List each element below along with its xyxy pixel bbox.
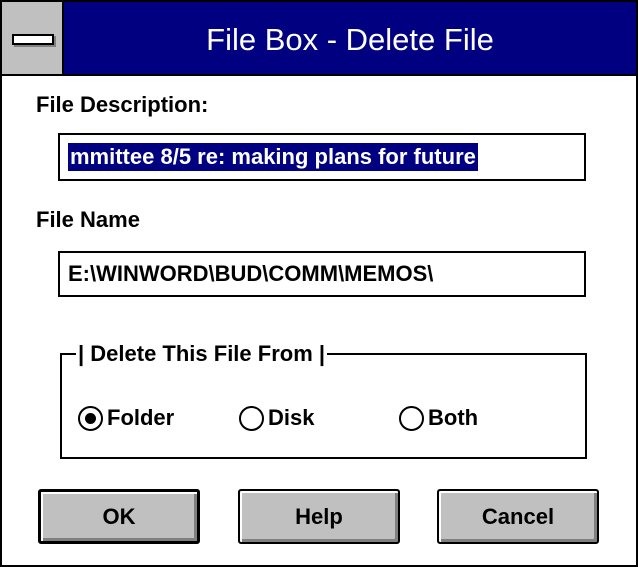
file-description-value: mmittee 8/5 re: making plans for future [68,143,478,171]
system-menu-button[interactable] [2,2,64,74]
title-bar[interactable]: File Box - Delete File [2,2,636,76]
radio-both[interactable]: Both [399,402,478,434]
radio-folder-label: Folder [107,405,175,430]
file-name-value: E:\WINWORD\BUD\COMM\MEMOS\ [68,261,434,286]
file-description-label: File Description: [36,92,209,117]
ok-button[interactable]: OK [38,489,200,544]
radio-both-circle [399,405,424,431]
radio-disk[interactable]: Disk [239,402,314,434]
delete-from-group: | Delete This File From | Folder Disk Bo… [60,340,587,459]
radio-folder[interactable]: Folder [78,402,174,434]
cancel-button[interactable]: Cancel [437,489,599,544]
file-name-label: File Name [36,207,140,232]
file-description-field[interactable]: mmittee 8/5 re: making plans for future [58,133,586,181]
radio-folder-circle [78,405,103,431]
system-menu-icon [12,34,54,45]
file-name-field[interactable]: E:\WINWORD\BUD\COMM\MEMOS\ [58,251,586,297]
radio-disk-circle [239,405,264,431]
delete-from-group-label: | Delete This File From | [76,340,328,368]
radio-disk-label: Disk [268,405,315,430]
window-title: File Box - Delete File [206,22,494,57]
radio-both-label: Both [428,405,479,430]
delete-file-dialog: File Box - Delete File File Description:… [0,0,638,567]
help-button[interactable]: Help [238,489,400,544]
